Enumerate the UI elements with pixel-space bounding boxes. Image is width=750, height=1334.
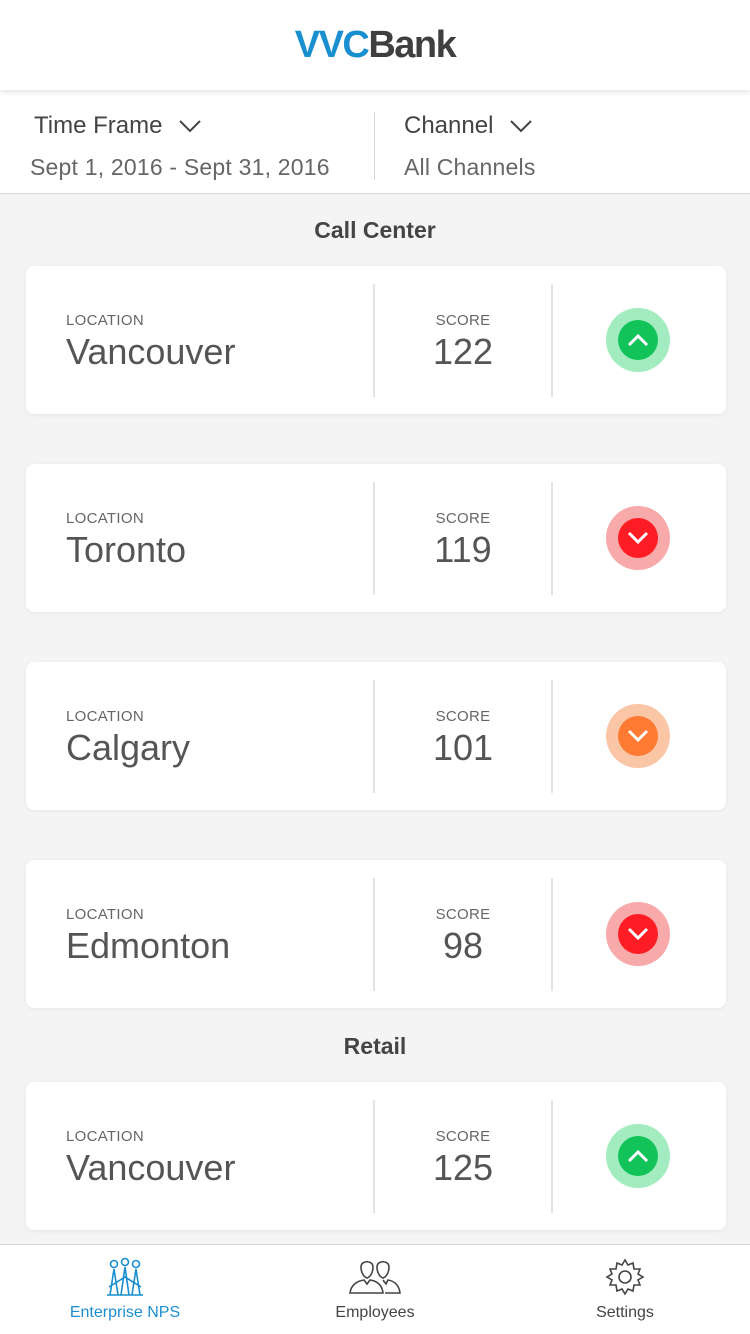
chevron-down-icon <box>627 927 649 941</box>
location-block: LOCATION Toronto <box>66 510 186 571</box>
card-divider <box>551 878 553 991</box>
trend-down-indicator[interactable] <box>606 902 670 966</box>
chevron-down-icon[interactable] <box>178 119 202 133</box>
location-block: LOCATION Vancouver <box>66 312 235 373</box>
time-frame-value: Sept 1, 2016 - Sept 31, 2016 <box>30 154 330 180</box>
chevron-down-icon[interactable] <box>509 119 533 133</box>
location-caption: LOCATION <box>66 312 144 329</box>
score-value: 125 <box>432 1147 494 1188</box>
score-value: 101 <box>432 727 494 768</box>
app-screen: VVCBank Time Frame Sept 1, 2016 - Sept 3… <box>0 0 750 1334</box>
channel-value: All Channels <box>404 154 536 180</box>
filter-bar: Time Frame Sept 1, 2016 - Sept 31, 2016 … <box>0 90 750 194</box>
tab-enterprise-nps[interactable]: Enterprise NPS <box>0 1245 250 1334</box>
card-divider <box>551 482 553 595</box>
time-frame-label-row: Time Frame <box>30 112 374 140</box>
score-block: SCORE 98 <box>375 906 551 967</box>
bottom-tab-bar: Enterprise NPS Employees Settings <box>0 1244 750 1334</box>
employees-icon <box>349 1260 401 1294</box>
tab-settings[interactable]: Settings <box>500 1245 750 1334</box>
section-title-retail: Retail <box>343 1033 407 1059</box>
time-frame-filter[interactable]: Time Frame Sept 1, 2016 - Sept 31, 2016 <box>0 90 374 193</box>
location-card[interactable]: LOCATION Calgary SCORE 101 <box>26 662 726 810</box>
location-block: LOCATION Calgary <box>66 708 190 769</box>
trend-inner-circle <box>618 914 658 954</box>
score-caption: SCORE <box>435 1128 491 1145</box>
location-name: Calgary <box>66 727 191 768</box>
score-caption: SCORE <box>435 312 491 329</box>
score-value: 122 <box>432 331 494 372</box>
chevron-up-icon <box>627 333 649 347</box>
location-name: Vancouver <box>66 331 236 372</box>
location-card[interactable]: LOCATION Vancouver SCORE 125 <box>26 1082 726 1230</box>
location-block: LOCATION Vancouver <box>66 1128 235 1189</box>
trend-inner-circle <box>618 716 658 756</box>
trend-inner-circle <box>618 518 658 558</box>
settings-gear-icon <box>605 1258 645 1296</box>
trend-up-indicator[interactable] <box>606 1124 670 1188</box>
location-card[interactable]: LOCATION Vancouver SCORE 122 <box>26 266 726 414</box>
location-card[interactable]: LOCATION Toronto SCORE 119 <box>26 464 726 612</box>
tab-label: Employees <box>335 1304 415 1321</box>
score-block: SCORE 101 <box>375 708 551 769</box>
app-header: VVCBank <box>0 0 750 90</box>
logo-part-vvc: VVC <box>294 24 370 66</box>
chevron-down-icon <box>627 729 649 743</box>
score-block: SCORE 122 <box>375 312 551 373</box>
vvcbank-logo: VVCBank <box>294 24 457 66</box>
location-caption: LOCATION <box>66 906 144 923</box>
trend-inner-circle <box>618 1136 658 1176</box>
location-caption: LOCATION <box>66 1128 144 1145</box>
trend-down-indicator[interactable] <box>606 506 670 570</box>
score-block: SCORE 125 <box>375 1128 551 1189</box>
score-block: SCORE 119 <box>375 510 551 571</box>
score-value: 119 <box>434 529 492 570</box>
score-caption: SCORE <box>435 906 491 923</box>
tab-label: Settings <box>596 1304 654 1321</box>
card-divider <box>551 680 553 793</box>
card-divider <box>551 284 553 397</box>
enterprise-nps-icon <box>107 1257 143 1296</box>
channel-label-row: Channel <box>404 112 750 140</box>
trend-up-indicator[interactable] <box>606 308 670 372</box>
location-caption: LOCATION <box>66 708 144 725</box>
location-name: Edmonton <box>66 925 231 966</box>
tab-label: Enterprise NPS <box>69 1304 181 1321</box>
trend-warning-indicator[interactable] <box>606 704 670 768</box>
chevron-up-icon <box>627 1149 649 1163</box>
location-caption: LOCATION <box>66 510 144 527</box>
logo-part-bank: Bank <box>368 24 456 66</box>
score-caption: SCORE <box>435 708 491 725</box>
score-value: 98 <box>442 925 484 966</box>
location-name: Vancouver <box>66 1147 236 1188</box>
location-block: LOCATION Edmonton <box>66 906 230 967</box>
location-name: Toronto <box>66 529 187 570</box>
trend-inner-circle <box>618 320 658 360</box>
channel-label: Channel <box>404 112 494 139</box>
card-divider <box>551 1100 553 1213</box>
location-card[interactable]: LOCATION Edmonton SCORE 98 <box>26 860 726 1008</box>
tab-employees[interactable]: Employees <box>250 1245 500 1334</box>
score-caption: SCORE <box>435 510 491 527</box>
chevron-down-icon <box>627 531 649 545</box>
time-frame-label: Time Frame <box>34 112 163 139</box>
channel-filter[interactable]: Channel All Channels <box>374 90 750 193</box>
section-title-call-center: Call Center <box>314 217 436 243</box>
